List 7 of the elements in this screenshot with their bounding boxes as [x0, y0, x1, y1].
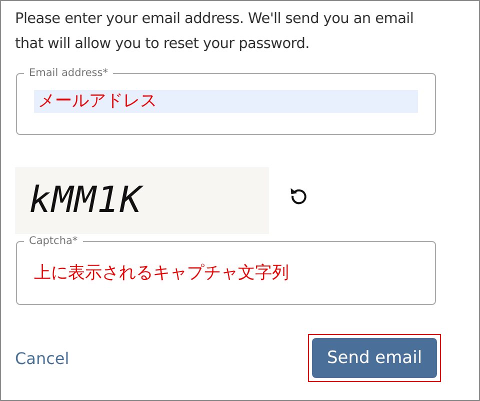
captcha-image: kMM1K	[15, 167, 269, 234]
send-email-button[interactable]: Send email	[312, 338, 437, 378]
field-value: 上に表示されるキャプチャ文字列	[34, 262, 290, 284]
field-value: メールアドレス	[34, 90, 418, 112]
instruction-text: Please enter your email address. We'll send you an email that will allow you to reset your password.	[15, 10, 415, 54]
field-label: Captcha*	[24, 234, 83, 248]
cancel-link[interactable]: Cancel	[15, 348, 70, 368]
